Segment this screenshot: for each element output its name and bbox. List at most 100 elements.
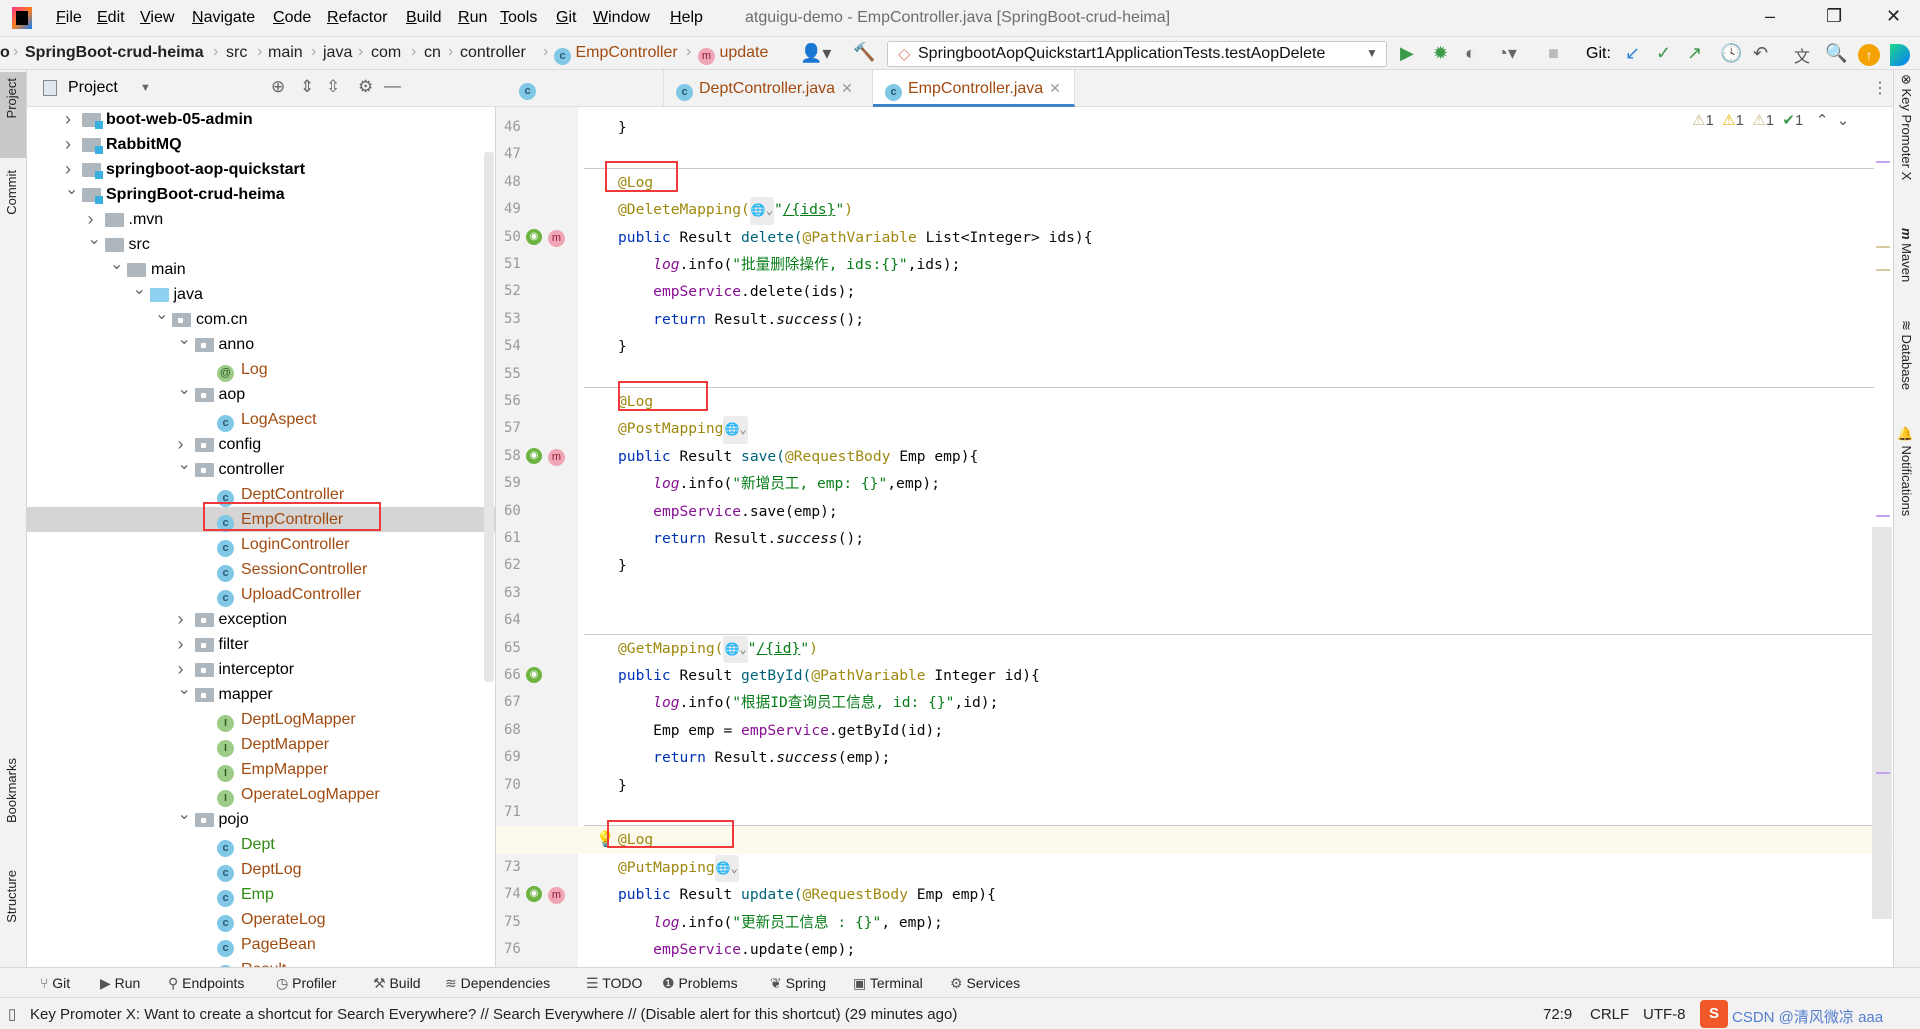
tree-item[interactable]: c LoginController [27,532,495,557]
tree-item[interactable]: c PageBean [27,932,495,957]
line-number[interactable]: 46 [504,114,521,141]
close-button[interactable]: ✕ [1886,6,1901,27]
tree-item[interactable]: c OperateLog [27,907,495,932]
error-stripe-mark[interactable] [1876,772,1890,774]
user-icon[interactable]: 👤▾ [800,43,831,64]
menu-view[interactable]: View [140,9,174,27]
code-line[interactable]: @GetMapping(🌐⌄"/{id}") [618,635,818,663]
error-stripe-mark[interactable] [1876,161,1890,163]
line-number[interactable]: 76 [504,936,521,963]
line-number[interactable]: 71 [504,799,521,826]
tool-endpoints[interactable]: ⚲ Endpoints [168,975,244,992]
tree-item[interactable]: ⌄ java [27,281,495,307]
tree-item[interactable]: I DeptLogMapper [27,707,495,732]
status-message[interactable]: Key Promoter X: Want to create a shortcu… [30,1006,957,1023]
chevron-down-icon[interactable]: ⌄ [110,252,123,277]
menu-git[interactable]: Git [556,9,576,27]
globe-icon[interactable]: 🌐⌄ [714,854,739,883]
code-line[interactable]: return Result.success(); [618,306,864,333]
inspection-widget[interactable]: ⚠1 ⚠1 ⚠1 ✔1 ⌃ ⌄ [1692,111,1849,129]
tree-item[interactable]: I DeptMapper [27,732,495,757]
tool-terminal[interactable]: ▣ Terminal [853,975,923,992]
tree-item[interactable]: c LogAspect [27,407,495,432]
profile-icon[interactable]: ◔▾ [1497,43,1517,64]
code-line[interactable]: Emp emp = empService.getById(id); [618,717,943,744]
notifications-tool[interactable]: 🔔 Notifications [1899,426,1914,516]
project-tool-label[interactable]: Project [4,78,19,118]
globe-icon[interactable]: 🌐⌄ [749,197,774,225]
menu-build[interactable]: Build [406,9,442,27]
code-line[interactable]: return Result.success(); [618,525,864,552]
code-line[interactable]: log.info("新增员工, emp: {}",emp); [618,470,940,497]
error-stripe-mark[interactable] [1876,269,1890,271]
chevron-down-icon[interactable]: ⌄ [178,452,191,477]
breadcrumb-com[interactable]: com [371,44,401,62]
error-stripe-mark[interactable] [1876,246,1890,248]
menu-tools[interactable]: Tools [500,9,537,27]
chevron-right-icon[interactable]: › [65,107,77,132]
tool-git[interactable]: ⑂ Git [40,975,70,991]
menu-navigate[interactable]: Navigate [192,9,255,27]
chevron-down-icon[interactable]: ⌄ [133,277,146,302]
globe-icon[interactable]: 🌐⌄ [723,635,748,663]
debug-icon[interactable]: ✹ [1433,43,1448,64]
tree-item[interactable]: › boot-web-05-admin [27,107,495,132]
code-line[interactable]: public Result delete(@PathVariable List<… [618,224,1093,251]
tree-item[interactable]: ⌄ pojo [27,806,495,832]
tree-item[interactable]: ⌄ aop [27,381,495,407]
spring-endpoint-icon[interactable]: ◉ [526,666,542,683]
tree-item[interactable]: ⌄ SpringBoot-crud-heima [27,181,495,207]
tool-services[interactable]: ⚙ Services [950,975,1020,992]
line-number[interactable]: 75 [504,909,521,936]
line-number[interactable]: 58 [504,443,521,470]
tree-item[interactable]: c UploadController [27,582,495,607]
error-stripe-mark[interactable] [1876,515,1890,517]
code-line[interactable]: log.info("更新员工信息 : {}", emp); [618,909,943,936]
tree-item[interactable]: ⌄ mapper [27,681,495,707]
line-number[interactable]: 67 [504,689,521,716]
previous-highlight-icon[interactable]: ⌃ [1816,112,1829,129]
maven-tool[interactable]: m Maven [1899,228,1914,282]
code-line[interactable]: } [618,772,627,799]
project-view-title[interactable]: Project [68,79,118,97]
breadcrumb-src[interactable]: src [226,44,247,62]
git-history-icon[interactable]: 🕓 [1720,43,1742,64]
overriding-method-icon[interactable]: m [548,885,565,905]
tree-item[interactable]: c Emp [27,882,495,907]
run-configuration-select[interactable]: ◇ SpringbootAopQuickstart1ApplicationTest… [887,41,1387,67]
spring-endpoint-icon[interactable]: ◉ [526,885,542,903]
next-highlight-icon[interactable]: ⌄ [1837,112,1850,129]
line-number[interactable]: 54 [504,333,521,360]
collapse-all-icon[interactable]: ⇳ [326,77,340,97]
overriding-method-icon[interactable]: m [548,447,565,466]
structure-tool-label[interactable]: Structure [4,870,19,923]
menu-edit[interactable]: Edit [97,9,125,27]
tree-item[interactable]: › exception [27,607,495,632]
chevron-right-icon[interactable]: › [65,132,77,157]
expand-all-icon[interactable]: ⇕ [300,77,314,97]
line-number[interactable]: 56 [504,388,521,415]
menu-help[interactable]: Help [670,9,703,27]
code-line[interactable]: return Result.success(emp); [618,744,890,771]
line-number[interactable]: 50 [504,224,521,251]
tree-item[interactable]: ⌄ controller [27,456,495,482]
tree-item[interactable]: c DeptLog [27,857,495,882]
tab-deptcontroller[interactable]: c DeptController.java ✕ [664,70,873,107]
more-tabs-icon[interactable]: ⋮ [1872,78,1888,98]
line-number[interactable]: 57 [504,415,521,442]
bookmarks-tool-label[interactable]: Bookmarks [4,758,19,823]
locate-icon[interactable]: ⊕ [271,77,285,97]
menu-code[interactable]: Code [273,9,311,27]
code-line[interactable]: @PostMapping🌐⌄ [618,415,748,444]
line-number[interactable]: 59 [504,470,521,497]
breadcrumb-module[interactable]: SpringBoot-crud-heima [25,44,204,62]
code-line[interactable]: public Result getById(@PathVariable Inte… [618,662,1040,689]
line-number[interactable]: 70 [504,772,521,799]
line-number[interactable]: 52 [504,278,521,305]
run-icon[interactable]: ▶ [1400,43,1414,64]
spring-endpoint-icon[interactable]: ◉ [526,447,542,464]
key-promoter-tool[interactable]: ⊗ Key Promoter X [1899,74,1914,180]
overriding-method-icon[interactable]: m [548,228,565,247]
tree-item[interactable]: c Result [27,957,495,967]
line-number[interactable]: 53 [504,306,521,333]
